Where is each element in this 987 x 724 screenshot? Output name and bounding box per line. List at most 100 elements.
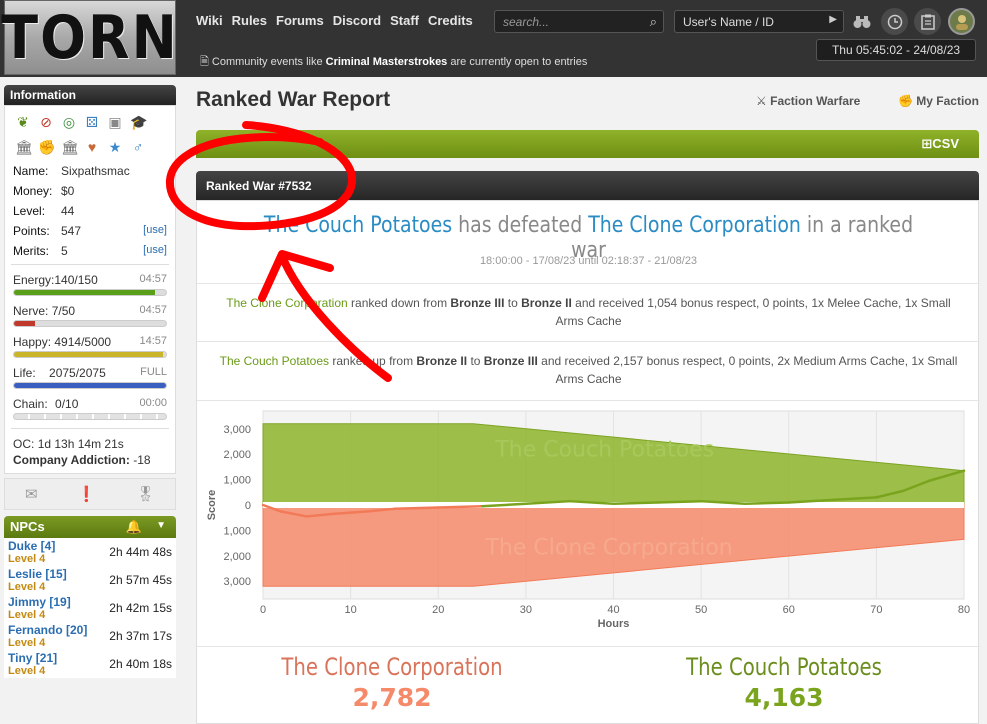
no-entry-icon[interactable]: ⊘ (38, 114, 54, 131)
status-icons-row-1: ❦ ⊘ ◎ ⚄ ▣ 🎓 (15, 114, 165, 131)
report-header-bar: ⊞CSV (196, 130, 979, 158)
graduation-cap-icon[interactable]: 🎓 (130, 114, 147, 131)
nav-forums[interactable]: Forums (276, 13, 324, 28)
csv-button[interactable]: ⊞CSV (921, 136, 959, 152)
clock-icon[interactable] (881, 8, 908, 35)
my-faction-label: My Faction (916, 94, 979, 108)
npcs-title: NPCs (10, 519, 45, 534)
mail-icon[interactable]: ✉ (25, 485, 38, 503)
player-name-link[interactable]: Sixpathsmac (61, 164, 130, 178)
torn-logo[interactable]: TORN (1, 0, 177, 75)
medal-icon[interactable]: 🎖 (136, 485, 155, 503)
bell-icon[interactable]: 🔔 (126, 519, 142, 535)
happy-bar-track (13, 351, 167, 358)
user-placeholder: User's Name / ID (683, 15, 774, 29)
lead-line-segment (612, 501, 659, 505)
winner-final-name[interactable]: The Couch Potatoes (661, 653, 907, 681)
announcement-event-name: Criminal Masterstrokes (325, 56, 448, 68)
oc-row[interactable]: OC: 1d 13h 14m 21s (13, 437, 167, 451)
city-bank-icon[interactable]: 🏛 (61, 139, 79, 156)
energy-bar-fill (14, 290, 156, 295)
winner-faction-link[interactable]: The Couch Potatoes (264, 213, 452, 238)
bank-icon[interactable]: 🏛 (15, 139, 33, 156)
nav-staff[interactable]: Staff (390, 13, 419, 28)
level-value: 44 (61, 204, 75, 218)
nav-wiki[interactable]: Wiki (196, 13, 223, 28)
search-input[interactable]: search... ⌕ (494, 10, 664, 33)
result-rewards: and received 1,054 bonus respect, 0 poin… (555, 296, 951, 328)
npc-name[interactable]: Jimmy [19] (8, 595, 71, 609)
oc-timer: 1d 13h 14m 21s (37, 437, 124, 451)
y-tick-label: 0 (245, 500, 251, 512)
divider (11, 264, 169, 265)
loser-final-name[interactable]: The Clone Corporation (269, 653, 515, 681)
points-row: Points: 547 [use] (13, 224, 167, 238)
y-tick-label: 2,000 (223, 449, 251, 461)
life-value: 2075/2075 (49, 366, 106, 380)
sidebar-quick-icons: ✉ ❗ 🎖 (4, 478, 176, 510)
loser-result-team[interactable]: The Clone Corporation (226, 296, 347, 310)
happy-bar[interactable]: Happy: 4914/5000 14:57 (13, 335, 167, 358)
war-date-range: 18:00:00 - 17/08/23 until 02:18:37 - 21/… (479, 255, 698, 267)
nerve-bar[interactable]: Nerve: 7/50 04:57 (13, 304, 167, 327)
npc-level: Level 4 (8, 581, 46, 593)
result-text: ranked down from (351, 296, 448, 310)
information-header[interactable]: Information (4, 85, 176, 105)
war-title-bar: Ranked War #7532 (196, 171, 979, 200)
avatar[interactable] (948, 8, 975, 35)
money-value: $0 (61, 184, 75, 198)
faction-warfare-link[interactable]: ⚔ Faction Warfare (756, 94, 860, 108)
leaf-icon[interactable]: ❦ (15, 114, 31, 131)
winner-result-team[interactable]: The Couch Potatoes (220, 354, 329, 368)
npc-item[interactable]: Tiny [21] Level 4 2h 40m 18s (4, 650, 176, 678)
header: TORN Wiki Rules Forums Discord Staff Cre… (0, 0, 987, 77)
education-icon[interactable]: ◎ (61, 114, 77, 131)
npc-item[interactable]: Duke [4] Level 4 2h 44m 48s (4, 538, 176, 566)
clipboard-icon[interactable] (914, 8, 941, 35)
briefcase-icon[interactable]: ▣ (107, 114, 123, 131)
npc-name[interactable]: Fernando [20] (8, 623, 87, 637)
npc-level: Level 4 (8, 665, 46, 677)
energy-bar[interactable]: Energy:140/150 04:57 (13, 273, 167, 296)
announcement[interactable]: 🗎 Community events like Criminal Masters… (200, 53, 587, 72)
npc-name[interactable]: Leslie [15] (8, 567, 67, 581)
npc-name[interactable]: Tiny [21] (8, 651, 57, 665)
addiction-row: Company Addiction: -18 (13, 453, 167, 467)
npc-item[interactable]: Fernando [20] Level 4 2h 37m 17s (4, 622, 176, 650)
npc-item[interactable]: Jimmy [19] Level 4 2h 42m 15s (4, 594, 176, 622)
nav-rules[interactable]: Rules (232, 13, 267, 28)
star-icon[interactable]: ★ (107, 139, 123, 156)
fist-icon[interactable]: ✊ (38, 139, 55, 156)
play-arrow-icon[interactable]: ▶ (829, 14, 837, 25)
my-faction-link[interactable]: ✊ My Faction (898, 94, 979, 108)
user-search-input[interactable]: User's Name / ID ▶ (674, 10, 844, 33)
points-use-link[interactable]: [use] (143, 224, 167, 238)
binoculars-icon[interactable] (848, 8, 875, 35)
life-bar[interactable]: Life: 2075/2075 FULL (13, 366, 167, 389)
page-title: Ranked War Report (196, 88, 391, 111)
male-icon[interactable]: ♂ (130, 139, 146, 156)
lead-line-segment (393, 506, 440, 511)
happy-bar-fill (14, 352, 163, 357)
chain-bar[interactable]: Chain: 0/10 00:00 (13, 397, 167, 420)
lead-line-segment (743, 501, 790, 505)
chevron-down-icon[interactable]: ▼ (156, 520, 166, 531)
csv-label: CSV (932, 136, 959, 151)
loser-faction-link[interactable]: The Clone Corporation (588, 213, 801, 238)
announcement-text-post: are currently open to entries (450, 56, 588, 68)
nav-discord[interactable]: Discord (333, 13, 381, 28)
energy-timer: 04:57 (139, 273, 167, 285)
rank-from: Bronze II (416, 354, 468, 368)
npc-item[interactable]: Leslie [15] Level 4 2h 57m 45s (4, 566, 176, 594)
merits-use-link[interactable]: [use] (143, 244, 167, 258)
npcs-header[interactable]: NPCs 🔔 ▼ (4, 516, 176, 538)
heart-icon[interactable]: ♥ (84, 139, 100, 156)
information-panel: ❦ ⊘ ◎ ⚄ ▣ 🎓 🏛 ✊ 🏛 ♥ ★ ♂ Name: Sixpathsma… (4, 105, 176, 474)
notification-icon[interactable]: ❗ (77, 485, 96, 503)
result-to: to (507, 296, 518, 310)
search-icon[interactable]: ⌕ (650, 14, 657, 30)
nav-credits[interactable]: Credits (428, 13, 473, 28)
dice-icon[interactable]: ⚄ (84, 114, 100, 131)
oc-label: OC: (13, 437, 35, 451)
npc-name[interactable]: Duke [4] (8, 539, 55, 553)
